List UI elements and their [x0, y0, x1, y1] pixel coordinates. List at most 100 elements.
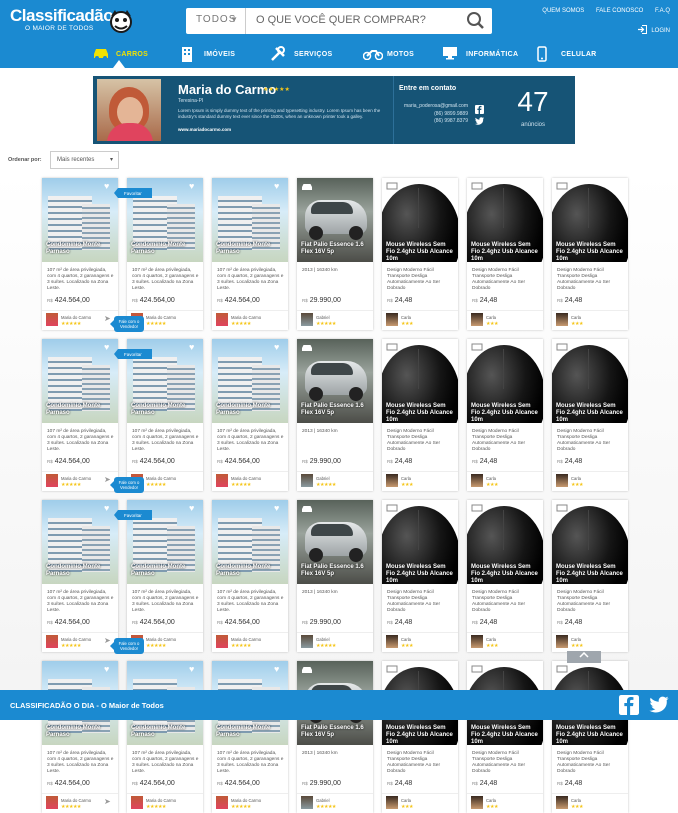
seller-name[interactable]: Carla — [571, 798, 581, 803]
seller-name[interactable]: Maria do Carmo — [61, 798, 91, 803]
listing-card[interactable]: Mouse Wireless Sem Fio 2.4ghz Usb Alcanc… — [382, 661, 458, 813]
favorite-button[interactable]: Favoritar — [114, 188, 152, 198]
listing-card[interactable]: Mouse Wireless Sem Fio 2.4ghz Usb Alcanc… — [552, 339, 628, 491]
heart-icon[interactable]: ♥ — [104, 503, 109, 513]
seller-name[interactable]: Maria do Carmo — [231, 476, 261, 481]
listing-title[interactable]: Condomínio Monte Parnaso — [131, 403, 201, 417]
listing-title[interactable]: Mouse Wireless Sem Fio 2.4ghz Usb Alcanc… — [386, 242, 456, 263]
listing-title[interactable]: Mouse Wireless Sem Fio 2.4ghz Usb Alcanc… — [471, 725, 541, 746]
listing-card[interactable]: Fiat Palio Essence 1.6 Flex 16V 5p 2013 |… — [297, 178, 373, 330]
heart-icon[interactable]: ♥ — [274, 664, 279, 674]
listing-card[interactable]: Mouse Wireless Sem Fio 2.4ghz Usb Alcanc… — [552, 500, 628, 652]
heart-icon[interactable]: ♥ — [189, 181, 194, 191]
listing-card[interactable]: Mouse Wireless Sem Fio 2.4ghz Usb Alcanc… — [382, 339, 458, 491]
listing-title[interactable]: Fiat Palio Essence 1.6 Flex 16V 5p — [301, 725, 371, 739]
listing-card[interactable]: ♥ Condomínio Monte Parnaso 107 m² de área … — [42, 500, 152, 654]
listing-card[interactable]: Mouse Wireless Sem Fio 2.4ghz Usb Alcanc… — [382, 178, 458, 330]
listing-card[interactable]: ♥ Condomínio Monte Parnaso 107 m² de área … — [127, 661, 203, 813]
listing-card[interactable]: ♥ Condomínio Monte Parnaso 107 m² de área … — [42, 339, 152, 493]
seller-name[interactable]: Maria do Carmo — [61, 476, 91, 481]
heart-icon[interactable]: ♥ — [189, 503, 194, 513]
listing-card[interactable]: ♥ Condomínio Monte Parnaso 107 m² de área … — [127, 500, 203, 652]
send-icon[interactable]: ➤ — [104, 797, 111, 806]
listing-card[interactable]: ♥ Condomínio Monte Parnaso 107 m² de área … — [212, 661, 288, 813]
heart-icon[interactable]: ♥ — [189, 664, 194, 674]
heart-icon[interactable]: ♥ — [104, 664, 109, 674]
listing-title[interactable]: Condomínio Monte Parnaso — [46, 725, 116, 739]
heart-icon[interactable]: ♥ — [274, 503, 279, 513]
facebook-icon[interactable] — [619, 695, 639, 715]
listing-card[interactable]: ♥ Condomínio Monte Parnaso 107 m² de área … — [127, 178, 203, 330]
seller-name[interactable]: Carla — [571, 315, 581, 320]
seller-name[interactable]: Maria do Carmo — [61, 637, 91, 642]
listing-card[interactable]: Fiat Palio Essence 1.6 Flex 16V 5p 2013 |… — [297, 661, 373, 813]
listing-title[interactable]: Condomínio Monte Parnaso — [216, 725, 286, 739]
seller-name[interactable]: Gabriel — [316, 637, 330, 642]
sort-select[interactable]: Mais recentes ▾ — [50, 151, 119, 169]
heart-icon[interactable]: ♥ — [274, 181, 279, 191]
link-fale-conosco[interactable]: FALE CONOSCO — [596, 8, 643, 14]
listing-card[interactable]: Mouse Wireless Sem Fio 2.4ghz Usb Alcanc… — [552, 178, 628, 330]
listing-title[interactable]: Condomínio Monte Parnaso — [46, 242, 116, 256]
back-to-top-button[interactable] — [567, 651, 601, 663]
listing-card[interactable]: Mouse Wireless Sem Fio 2.4ghz Usb Alcanc… — [467, 178, 543, 330]
link-faq[interactable]: F.A.Q — [655, 8, 670, 14]
seller-name[interactable]: Maria do Carmo — [231, 637, 261, 642]
listing-title[interactable]: Condomínio Monte Parnaso — [216, 564, 286, 578]
search-button[interactable] — [460, 8, 492, 34]
seller-name[interactable]: Carla — [401, 637, 411, 642]
seller-name[interactable]: Carla — [401, 798, 411, 803]
listing-card[interactable]: Mouse Wireless Sem Fio 2.4ghz Usb Alcanc… — [467, 500, 543, 652]
listing-title[interactable]: Condomínio Monte Parnaso — [216, 403, 286, 417]
listing-title[interactable]: Mouse Wireless Sem Fio 2.4ghz Usb Alcanc… — [386, 403, 456, 424]
listing-card[interactable]: Fiat Palio Essence 1.6 Flex 16V 5p 2013 |… — [297, 339, 373, 491]
listing-title[interactable]: Mouse Wireless Sem Fio 2.4ghz Usb Alcanc… — [386, 725, 456, 746]
listing-card[interactable]: Mouse Wireless Sem Fio 2.4ghz Usb Alcanc… — [467, 339, 543, 491]
seller-name[interactable]: Maria do Carmo — [146, 798, 176, 803]
heart-icon[interactable]: ♥ — [104, 181, 109, 191]
listing-title[interactable]: Condomínio Monte Parnaso — [46, 403, 116, 417]
login-link[interactable]: LOGIN — [637, 25, 670, 34]
seller-name[interactable]: Carla — [401, 476, 411, 481]
category-select[interactable]: TODOS ▼ — [186, 8, 246, 34]
listing-card[interactable]: ♥ Condomínio Monte Parnaso 107 m² de área … — [127, 339, 203, 491]
seller-name[interactable]: Gabriel — [316, 315, 330, 320]
listing-title[interactable]: Condomínio Monte Parnaso — [216, 242, 286, 256]
listing-card[interactable]: ♥ Condomínio Monte Parnaso 107 m² de área … — [42, 178, 152, 332]
profile-website[interactable]: www.mariadocarmo.com — [178, 127, 231, 132]
contact-seller-button[interactable]: Fale com o Vendedor — [110, 638, 144, 654]
listing-card[interactable]: ♥ Condomínio Monte Parnaso 107 m² de área … — [212, 178, 288, 330]
listing-title[interactable]: Fiat Palio Essence 1.6 Flex 16V 5p — [301, 242, 371, 256]
listing-title[interactable]: Condomínio Monte Parnaso — [131, 242, 201, 256]
logo[interactable]: Classificadão O MAIOR DE TODOS — [10, 6, 132, 36]
listing-title[interactable]: Fiat Palio Essence 1.6 Flex 16V 5p — [301, 564, 371, 578]
nav-item-informatica[interactable]: INFORMÁTICA — [443, 42, 518, 68]
contact-email[interactable]: maria_poderosa@gmail.com — [396, 103, 468, 109]
search-input[interactable]: O QUE VOCÊ QUER COMPRAR? — [256, 14, 426, 26]
listing-title[interactable]: Mouse Wireless Sem Fio 2.4ghz Usb Alcanc… — [471, 564, 541, 585]
link-quem-somos[interactable]: QUEM SOMOS — [542, 8, 584, 14]
listing-title[interactable]: Mouse Wireless Sem Fio 2.4ghz Usb Alcanc… — [556, 242, 626, 263]
heart-icon[interactable]: ♥ — [274, 342, 279, 352]
contact-seller-button[interactable]: Fale com o Vendedor — [110, 477, 144, 493]
seller-name[interactable]: Carla — [486, 637, 496, 642]
listing-title[interactable]: Condomínio Monte Parnaso — [131, 564, 201, 578]
listing-card[interactable]: Fiat Palio Essence 1.6 Flex 16V 5p 2013 |… — [297, 500, 373, 652]
seller-name[interactable]: Carla — [486, 476, 496, 481]
heart-icon[interactable]: ♥ — [104, 342, 109, 352]
favorite-button[interactable]: Favoritar — [114, 510, 152, 520]
listing-title[interactable]: Mouse Wireless Sem Fio 2.4ghz Usb Alcanc… — [386, 564, 456, 585]
seller-name[interactable]: Gabriel — [316, 476, 330, 481]
seller-name[interactable]: Maria do Carmo — [146, 637, 176, 642]
heart-icon[interactable]: ♥ — [189, 342, 194, 352]
contact-seller-button[interactable]: Fale com o Vendedor — [110, 316, 144, 332]
seller-name[interactable]: Carla — [486, 798, 496, 803]
listing-card[interactable]: ♥ Condomínio Monte Parnaso 107 m² de área … — [212, 339, 288, 491]
listing-title[interactable]: Condomínio Monte Parnaso — [46, 564, 116, 578]
twitter-icon[interactable] — [649, 696, 669, 713]
seller-name[interactable]: Maria do Carmo — [231, 798, 261, 803]
seller-name[interactable]: Maria do Carmo — [146, 315, 176, 320]
nav-item-servicos[interactable]: SERVIÇOS — [271, 42, 332, 68]
listing-card[interactable]: Mouse Wireless Sem Fio 2.4ghz Usb Alcanc… — [467, 661, 543, 813]
seller-name[interactable]: Carla — [571, 476, 581, 481]
